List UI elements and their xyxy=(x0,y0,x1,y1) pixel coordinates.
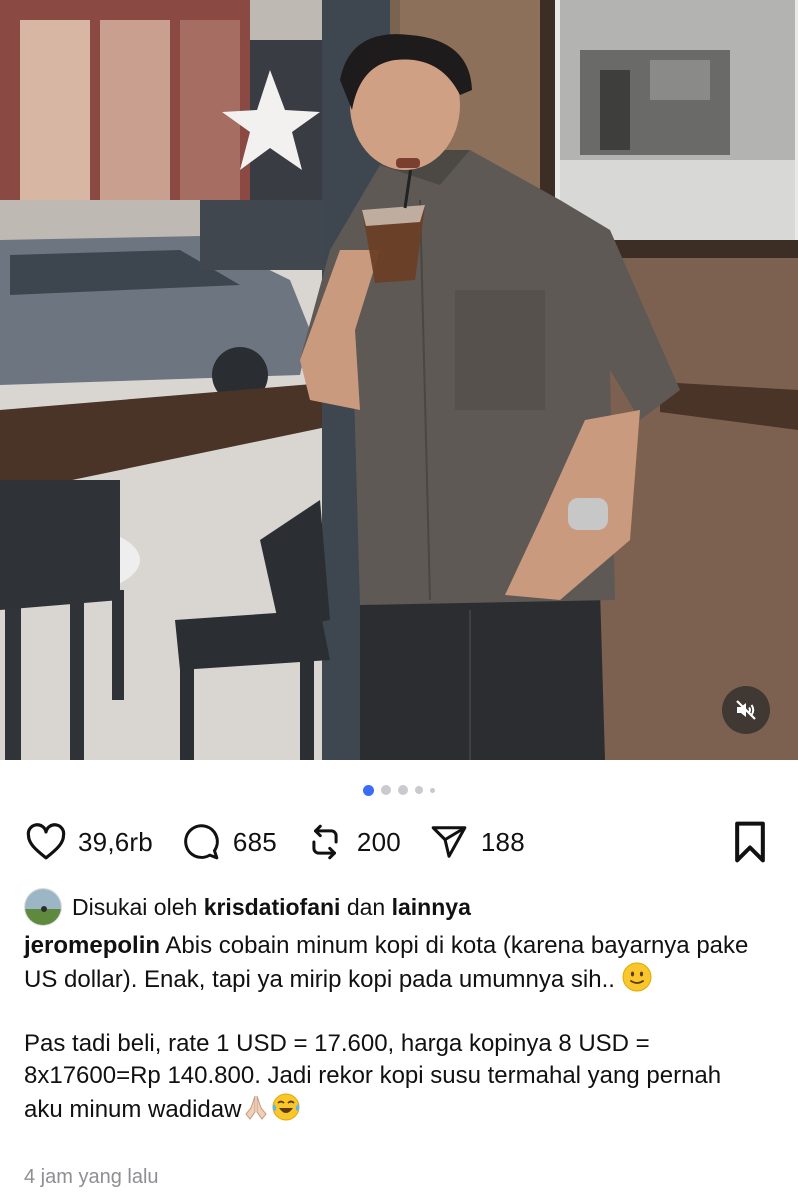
liked-by-prefix: Disukai oleh xyxy=(72,893,198,920)
like-button[interactable]: 39,6rb xyxy=(24,820,153,864)
heart-icon xyxy=(24,820,68,864)
liked-by-others[interactable]: lainnya xyxy=(392,894,471,921)
caption-username[interactable]: jeromepolin xyxy=(24,932,160,959)
carousel-dot xyxy=(430,787,435,793)
caption-text-2: Pas tadi beli, rate 1 USD = 17.600, harg… xyxy=(24,1030,722,1123)
carousel-dot xyxy=(415,786,423,794)
share-button[interactable]: 188 xyxy=(427,820,525,864)
liked-by-user[interactable]: krisdatiofani xyxy=(204,894,341,921)
post-action-bar: 39,6rb 685 200 188 xyxy=(24,818,774,866)
repost-count: 200 xyxy=(356,826,401,857)
photo-illustration xyxy=(0,0,798,760)
speaker-muted-icon xyxy=(736,700,756,720)
liked-by-row[interactable]: Disukai oleh krisdatiofani dan lainnya xyxy=(24,887,774,927)
post-timestamp: 4 jam yang lalu xyxy=(24,1166,159,1188)
caption-paragraph-2: Pas tadi beli, rate 1 USD = 17.600, harg… xyxy=(24,1028,764,1126)
carousel-dot-active xyxy=(363,784,374,796)
share-count: 188 xyxy=(480,826,525,857)
carousel-indicator xyxy=(0,784,798,796)
post-caption: jeromepolin Abis cobain minum kopi di ko… xyxy=(24,930,764,1158)
save-button[interactable] xyxy=(730,820,770,869)
avatar xyxy=(24,888,62,926)
repost-icon xyxy=(303,820,347,864)
comment-icon xyxy=(179,820,223,864)
caption-paragraph: jeromepolin Abis cobain minum kopi di ko… xyxy=(24,930,764,996)
slightly-smiling-face-icon xyxy=(622,962,652,992)
folded-hands-icon xyxy=(241,1092,271,1122)
bookmark-icon xyxy=(735,821,765,863)
like-count: 39,6rb xyxy=(78,826,153,857)
comment-count: 685 xyxy=(232,826,277,857)
post-photo[interactable] xyxy=(0,0,798,760)
face-with-tears-of-joy-icon xyxy=(271,1092,301,1122)
send-icon xyxy=(427,820,471,864)
comment-button[interactable]: 685 xyxy=(179,820,277,864)
liked-by-connector: dan xyxy=(346,893,386,920)
repost-button[interactable]: 200 xyxy=(303,820,401,864)
carousel-dot xyxy=(398,785,408,795)
mute-toggle-button[interactable] xyxy=(722,686,770,734)
carousel-dot xyxy=(381,785,391,795)
